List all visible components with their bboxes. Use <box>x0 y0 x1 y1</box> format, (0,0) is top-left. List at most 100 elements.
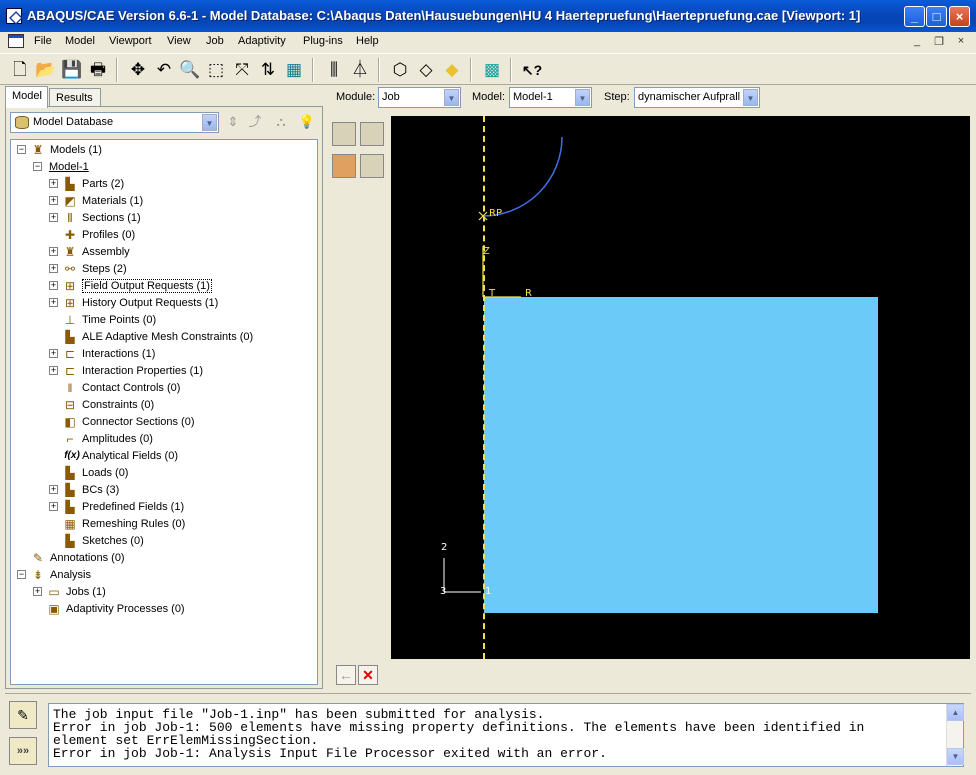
database-selector[interactable]: Model Database ▼ <box>10 112 219 133</box>
menu-model[interactable]: Model <box>65 35 95 47</box>
expand-icon[interactable]: + <box>49 179 58 188</box>
expand-icon[interactable]: + <box>49 298 58 307</box>
context-help-icon[interactable]: ↖? <box>520 58 544 82</box>
menu-viewport[interactable]: Viewport <box>109 35 152 47</box>
tree-item[interactable]: + ▙ Parts (2) <box>11 176 311 193</box>
job-create-icon[interactable] <box>332 122 356 146</box>
message-area-icon[interactable]: ✎ <box>9 701 37 729</box>
spin-up-down-icon[interactable]: ⇕ <box>224 112 242 132</box>
viewport-canvas[interactable]: RP Z T R 2 3 1 <box>391 116 970 659</box>
job-manager-icon[interactable] <box>360 122 384 146</box>
tree-item[interactable]: + ▭ Jobs (1) <box>11 584 311 601</box>
tree-item[interactable]: f(x) Analytical Fields (0) <box>11 448 311 465</box>
minimize-button[interactable]: _ <box>904 6 925 27</box>
open-icon[interactable]: 📂 <box>34 58 58 82</box>
chevron-down-icon[interactable]: ▼ <box>743 89 758 106</box>
chevron-down-icon[interactable]: ▼ <box>202 114 217 131</box>
collapse-icon[interactable]: − <box>17 145 26 154</box>
cycle-views-icon[interactable]: ⇅ <box>256 58 280 82</box>
expand-icon[interactable]: + <box>49 485 58 494</box>
scroll-up-icon[interactable]: ▲ <box>947 704 964 721</box>
zoom-box-icon[interactable]: ⬚ <box>204 58 228 82</box>
menu-help[interactable]: Help <box>356 35 379 47</box>
tree-item[interactable]: ⊥ Time Points (0) <box>11 312 311 329</box>
collapse-icon[interactable]: − <box>17 570 26 579</box>
mdi-minimize-button[interactable]: _ <box>910 35 924 47</box>
wireframe-icon[interactable]: ⬡ <box>388 58 412 82</box>
shaded-icon[interactable]: ◆ <box>440 58 464 82</box>
tree-item[interactable]: ▦ Remeshing Rules (0) <box>11 516 311 533</box>
perspective-icon[interactable]: ⫼ <box>322 58 346 82</box>
close-button[interactable]: × <box>949 6 970 27</box>
tree-item[interactable]: + ♜ Assembly <box>11 244 311 261</box>
lightbulb-icon[interactable]: 💡 <box>298 112 316 132</box>
new-icon[interactable]: 🗋 <box>8 58 32 82</box>
message-scrollbar[interactable]: ▲ ▼ <box>946 704 964 766</box>
maximize-button[interactable]: □ <box>926 6 947 27</box>
model-combo[interactable]: Model-1 ▼ <box>509 87 592 108</box>
abaqus-app-icon[interactable] <box>6 8 22 24</box>
menu-plug-ins[interactable]: Plug-ins <box>303 35 343 47</box>
expand-icon[interactable]: + <box>49 281 58 290</box>
tree-item[interactable]: + ⚯ Steps (2) <box>11 261 311 278</box>
tree-item[interactable]: ▙ Loads (0) <box>11 465 311 482</box>
expand-icon[interactable]: + <box>49 502 58 511</box>
adaptivity-create-icon[interactable] <box>332 154 356 178</box>
tree-item[interactable]: + ⊞ History Output Requests (1) <box>11 295 311 312</box>
expand-icon[interactable]: + <box>49 196 58 205</box>
tree-item[interactable]: ✎ Annotations (0) <box>11 550 311 567</box>
tree-item[interactable]: + ⊏ Interaction Properties (1) <box>11 363 311 380</box>
tree-item[interactable]: ✚ Profiles (0) <box>11 227 311 244</box>
tree-item[interactable]: + ⊏ Interactions (1) <box>11 346 311 363</box>
tree-item[interactable]: + ▙ Predefined Fields (1) <box>11 499 311 516</box>
expand-icon[interactable]: + <box>33 587 42 596</box>
filter-icon[interactable]: ⛬ <box>272 112 290 132</box>
menu-view[interactable]: View <box>167 35 191 47</box>
tree-item[interactable]: ▣ Adaptivity Processes (0) <box>11 601 311 618</box>
expand-icon[interactable]: + <box>49 213 58 222</box>
menu-adaptivity[interactable]: Adaptivity <box>238 35 286 47</box>
tree-item[interactable]: + ◩ Materials (1) <box>11 193 311 210</box>
back-arrow-icon[interactable]: ← <box>336 665 356 685</box>
expand-icon[interactable]: + <box>49 247 58 256</box>
tree-item[interactable]: ⌐ Amplitudes (0) <box>11 431 311 448</box>
expand-icon[interactable]: + <box>49 349 58 358</box>
tree-item[interactable]: ‖ Contact Controls (0) <box>11 380 311 397</box>
mesh-icon[interactable]: ▩ <box>480 58 504 82</box>
tree-item[interactable]: + Ⅱ Sections (1) <box>11 210 311 227</box>
tree-item[interactable]: − Model-1 <box>11 159 311 176</box>
command-line-icon[interactable]: »» <box>9 737 37 765</box>
hidden-line-icon[interactable]: ◇ <box>414 58 438 82</box>
view-manager-icon[interactable]: ▦ <box>282 58 306 82</box>
tab-model[interactable]: Model <box>5 86 48 108</box>
collapse-icon[interactable]: − <box>33 162 42 171</box>
menu-file[interactable]: File <box>34 35 52 47</box>
pan-icon[interactable]: ✥ <box>126 58 150 82</box>
tree-item[interactable]: + ⊞ Field Output Requests (1) <box>11 278 311 295</box>
mdi-close-button[interactable]: × <box>954 35 968 47</box>
chevron-down-icon[interactable]: ▼ <box>444 89 459 106</box>
auto-fit-icon[interactable]: ⤧ <box>230 58 254 82</box>
rotate-icon[interactable]: ↶ <box>152 58 176 82</box>
save-icon[interactable]: 💾 <box>60 58 84 82</box>
tree-item[interactable]: − ⇟ Analysis <box>11 567 311 584</box>
expand-icon[interactable]: + <box>49 366 58 375</box>
expand-icon[interactable]: + <box>49 264 58 273</box>
scroll-down-icon[interactable]: ▼ <box>947 748 964 765</box>
tree-item[interactable]: + ▙ BCs (3) <box>11 482 311 499</box>
module-combo[interactable]: Job ▼ <box>378 87 461 108</box>
tree-item[interactable]: ▙ Sketches (0) <box>11 533 311 550</box>
adaptivity-manager-icon[interactable] <box>360 154 384 178</box>
magnify-icon[interactable]: 🔍 <box>178 58 202 82</box>
tab-results[interactable]: Results <box>49 88 101 108</box>
parent-folder-icon[interactable]: ⤴ <box>246 112 264 132</box>
mdi-restore-button[interactable]: ❐ <box>932 35 946 48</box>
tree-item[interactable]: ⊟ Constraints (0) <box>11 397 311 414</box>
document-window-icon[interactable] <box>8 34 24 48</box>
tree-item[interactable]: ◧ Connector Sections (0) <box>11 414 311 431</box>
print-icon[interactable]: 🖶 <box>86 58 110 82</box>
step-combo[interactable]: dynamischer Aufprall ▼ <box>634 87 760 108</box>
tree-item[interactable]: − ♜ Models (1) <box>11 142 311 159</box>
parallel-icon[interactable]: ⏃ <box>348 58 372 82</box>
tree-item[interactable]: ▙ ALE Adaptive Mesh Constraints (0) <box>11 329 311 346</box>
